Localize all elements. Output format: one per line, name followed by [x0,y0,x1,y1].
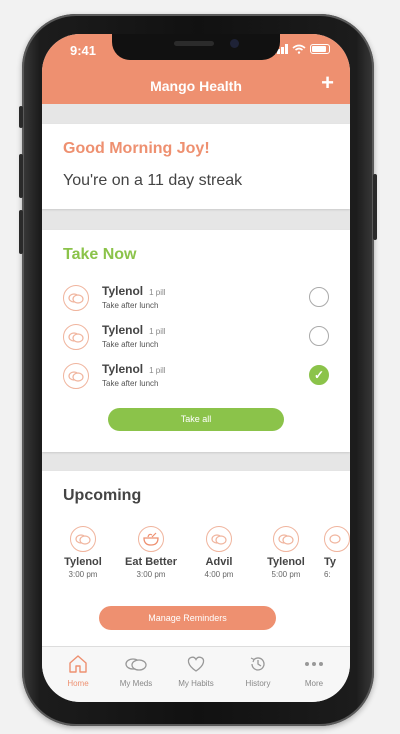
med-instruction: Take after lunch [102,301,159,310]
status-icons [273,44,330,54]
tab-label: My Habits [178,679,214,688]
upcoming-name: Tylenol [267,556,305,568]
tab-history[interactable]: History [228,653,288,688]
tab-bar: Home My Meds My Habits History More [42,646,350,702]
tab-my-habits[interactable]: My Habits [166,653,226,688]
greeting-title: Good Morning Joy! [63,140,210,157]
med-name: Tylenol 1 pill [102,362,166,376]
med-row[interactable]: Tylenol 1 pill Take after lunch [42,321,350,357]
app-screen: 9:41 Mango Health + Good Morning Joy! Yo… [42,34,350,702]
upcoming-item[interactable]: Eat Better 3:00 pm [121,526,181,579]
pill-icon [63,363,89,389]
tab-label: History [245,679,271,688]
tab-label: More [304,679,324,688]
take-checkbox[interactable] [309,287,329,307]
upcoming-item[interactable]: Ty 6: [324,526,350,579]
volume-down-button [19,210,23,254]
tab-label: My Meds [119,679,153,688]
tab-label: Home [67,679,89,688]
pill-icon [70,526,96,552]
history-icon [228,653,288,675]
med-dose: 1 pill [149,288,166,297]
manage-reminders-button[interactable]: Manage Reminders [99,606,276,630]
upcoming-time: 5:00 pm [271,570,301,579]
notch [112,34,280,60]
more-icon [284,653,344,675]
upcoming-title: Upcoming [63,487,142,504]
pill-icon [273,526,299,552]
take-all-button[interactable]: Take all [108,408,284,431]
med-instruction: Take after lunch [102,379,159,388]
page-title: Mango Health [150,78,242,94]
wifi-icon [292,44,306,54]
food-bowl-icon [138,526,164,552]
med-instruction: Take after lunch [102,340,159,349]
checkmark-icon[interactable]: ✓ [309,365,329,385]
heart-icon [166,653,226,675]
status-time: 9:41 [70,43,97,58]
med-name: Tylenol 1 pill [102,284,166,298]
med-name: Tylenol 1 pill [102,323,166,337]
tab-more[interactable]: More [284,653,344,688]
pills-icon [106,653,166,675]
med-dose: 1 pill [149,366,166,375]
home-icon [48,653,108,675]
greeting-card: Good Morning Joy! You're on a 11 day str… [42,124,350,209]
upcoming-time: 3:00 pm [68,570,98,579]
power-button [373,174,377,240]
upcoming-item[interactable]: Tylenol 5:00 pm [256,526,316,579]
tab-home[interactable]: Home [48,653,108,688]
pill-icon [63,324,89,350]
upcoming-item[interactable]: Tylenol 3:00 pm [53,526,113,579]
add-button[interactable]: + [321,72,334,94]
speaker [174,41,214,46]
battery-icon [310,44,330,54]
upcoming-name: Advil [205,556,233,568]
upcoming-name: Ty [324,556,337,568]
take-checkbox[interactable] [309,326,329,346]
volume-up-button [19,154,23,198]
pill-icon [324,526,350,552]
upcoming-name: Eat Better [125,556,177,568]
mute-switch [19,106,23,128]
take-now-title: Take Now [63,246,137,263]
front-camera [230,39,239,48]
upcoming-time: 6: [324,570,331,579]
streak-text: You're on a 11 day streak [63,172,243,189]
take-now-card: Take Now Tylenol 1 pill Take after lunch … [42,230,350,452]
upcoming-time: 4:00 pm [204,570,234,579]
upcoming-time: 3:00 pm [136,570,166,579]
upcoming-name: Tylenol [64,556,102,568]
med-row[interactable]: Tylenol 1 pill Take after lunch ✓ [42,360,350,396]
med-dose: 1 pill [149,327,166,336]
pill-icon [63,285,89,311]
med-row[interactable]: Tylenol 1 pill Take after lunch [42,282,350,318]
upcoming-item[interactable]: Advil 4:00 pm [189,526,249,579]
tab-my-meds[interactable]: My Meds [106,653,166,688]
pill-icon [206,526,232,552]
upcoming-card: Upcoming Tylenol 3:00 pm Eat Better 3:00… [42,471,350,646]
